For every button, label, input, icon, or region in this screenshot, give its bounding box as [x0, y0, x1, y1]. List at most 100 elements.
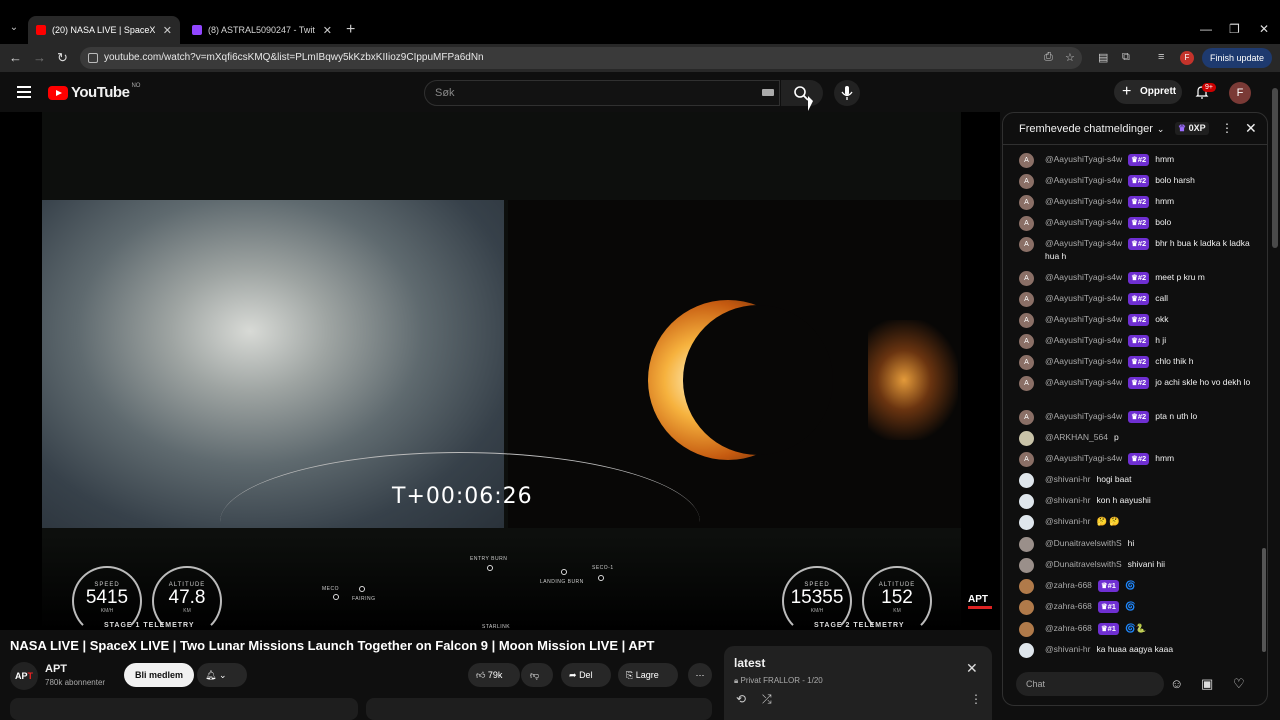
- chat-author-name[interactable]: @AayushiTyagi-s4w: [1045, 196, 1122, 206]
- browser-profile-avatar[interactable]: F: [1180, 51, 1194, 65]
- chat-author-avatar[interactable]: A: [1019, 313, 1034, 328]
- related-card[interactable]: [366, 698, 712, 720]
- chat-author-name[interactable]: @AayushiTyagi-s4w: [1045, 314, 1122, 324]
- chat-author-name[interactable]: @shivani-hr: [1045, 495, 1090, 505]
- chat-author-avatar[interactable]: A: [1019, 410, 1034, 425]
- chat-author-name[interactable]: @zahra-668: [1045, 601, 1092, 611]
- chat-author-name[interactable]: @ARKHAN_564: [1045, 432, 1108, 442]
- save-button[interactable]: ⎘ Lagre: [618, 663, 678, 687]
- chat-author-name[interactable]: @AayushiTyagi-s4w: [1045, 175, 1122, 185]
- chat-author-avatar[interactable]: [1019, 622, 1034, 637]
- chat-author-avatar[interactable]: [1019, 537, 1034, 552]
- loop-icon[interactable]: ⟲: [736, 692, 746, 706]
- more-actions-button[interactable]: ⋯: [688, 663, 712, 687]
- tab-youtube[interactable]: (20) NASA LIVE | SpaceX LIVE | ✕: [28, 16, 180, 44]
- close-window-icon[interactable]: ✕: [1259, 22, 1269, 36]
- dislike-button[interactable]: 👎︎: [521, 663, 553, 687]
- like-button[interactable]: 👍︎ 79k: [468, 663, 520, 687]
- keyboard-icon[interactable]: [762, 89, 774, 96]
- channel-avatar[interactable]: APT: [10, 662, 38, 690]
- chat-author-avatar[interactable]: [1019, 600, 1034, 615]
- chat-author-avatar[interactable]: [1019, 515, 1034, 530]
- subscribe-bell-button[interactable]: 🔔︎ ⌄: [197, 663, 247, 687]
- close-tab-icon[interactable]: ✕: [323, 24, 332, 37]
- chat-message-list[interactable]: A @AayushiTyagi-s4w ♛#2 hmm A @AayushiTyagi-s…: [1003, 149, 1265, 669]
- chat-author-avatar[interactable]: [1019, 431, 1034, 446]
- url-field[interactable]: youtube.com/watch?v=mXqfi6csKMQ&list=PLm…: [80, 47, 1082, 69]
- shuffle-icon[interactable]: ⤮: [762, 692, 772, 707]
- chat-author-name[interactable]: @zahra-668: [1045, 580, 1092, 590]
- chat-author-name[interactable]: @AayushiTyagi-s4w: [1045, 411, 1122, 421]
- chat-author-name[interactable]: @DunaitravelswithS: [1045, 559, 1122, 569]
- forward-icon[interactable]: →: [33, 50, 46, 66]
- chat-mode-dropdown[interactable]: Fremhevede chatmeldinger ⌄: [1019, 123, 1164, 135]
- extension-icon[interactable]: ▤: [1098, 51, 1108, 64]
- description-box[interactable]: [10, 698, 358, 720]
- close-chat-icon[interactable]: ✕: [1245, 120, 1257, 137]
- chat-author-avatar[interactable]: [1019, 558, 1034, 573]
- chat-author-name[interactable]: @AayushiTyagi-s4w: [1045, 377, 1122, 387]
- back-icon[interactable]: ←: [9, 50, 22, 66]
- chat-author-name[interactable]: @AayushiTyagi-s4w: [1045, 154, 1122, 164]
- playlist-menu-icon[interactable]: ⋮: [970, 692, 982, 706]
- chat-menu-icon[interactable]: ⋮: [1221, 121, 1233, 135]
- chat-author-avatar[interactable]: A: [1019, 153, 1034, 168]
- tab-twitch[interactable]: (8) ASTRAL5090247 - Twitch ✕: [184, 16, 340, 44]
- chat-author-avatar[interactable]: [1019, 579, 1034, 594]
- create-button[interactable]: + Opprett: [1114, 80, 1182, 104]
- bookmark-star-icon[interactable]: ☆: [1065, 51, 1075, 64]
- page-scrollbar[interactable]: [1272, 88, 1278, 248]
- chat-author-avatar[interactable]: A: [1019, 334, 1034, 349]
- chat-author-name[interactable]: @AayushiTyagi-s4w: [1045, 293, 1122, 303]
- chat-author-avatar[interactable]: A: [1019, 452, 1034, 467]
- chat-author-name[interactable]: @AayushiTyagi-s4w: [1045, 335, 1122, 345]
- minimize-icon[interactable]: —: [1200, 22, 1212, 36]
- playlist-title[interactable]: latest: [734, 656, 765, 670]
- install-icon[interactable]: ⎙: [1044, 51, 1053, 64]
- chat-author-avatar[interactable]: A: [1019, 355, 1034, 370]
- chat-author-name[interactable]: @AayushiTyagi-s4w: [1045, 272, 1122, 282]
- finish-update-button[interactable]: Finish update: [1202, 48, 1273, 68]
- chat-input[interactable]: Chat: [1016, 672, 1164, 696]
- chat-author-name[interactable]: @shivani-hr: [1045, 474, 1090, 484]
- close-tab-icon[interactable]: ✕: [163, 24, 172, 37]
- media-icon[interactable]: ≡: [1158, 51, 1164, 63]
- chat-author-name[interactable]: @AayushiTyagi-s4w: [1045, 356, 1122, 366]
- channel-name[interactable]: APT: [45, 663, 67, 675]
- search-input[interactable]: Søk: [424, 80, 780, 106]
- menu-icon[interactable]: [17, 86, 31, 101]
- chat-author-name[interactable]: @AayushiTyagi-s4w: [1045, 217, 1122, 227]
- maximize-icon[interactable]: ❐: [1229, 22, 1240, 36]
- chat-author-avatar[interactable]: A: [1019, 271, 1034, 286]
- chat-author-name[interactable]: @DunaitravelswithS: [1045, 538, 1122, 548]
- chat-author-name[interactable]: @zahra-668: [1045, 623, 1092, 633]
- chat-author-avatar[interactable]: A: [1019, 195, 1034, 210]
- share-button[interactable]: ➦ Del: [561, 663, 611, 687]
- chat-author-avatar[interactable]: [1019, 473, 1034, 488]
- chat-author-name[interactable]: @shivani-hr: [1045, 516, 1090, 526]
- youtube-logo[interactable]: YouTube NO: [48, 83, 140, 101]
- new-tab-icon[interactable]: +: [346, 21, 355, 39]
- search-button[interactable]: [781, 80, 823, 106]
- chat-author-avatar[interactable]: [1019, 643, 1034, 658]
- tab-search-icon[interactable]: ⌄: [6, 20, 22, 36]
- chat-author-name[interactable]: @AayushiTyagi-s4w: [1045, 453, 1122, 463]
- voice-search-button[interactable]: [834, 80, 860, 106]
- chat-author-avatar[interactable]: A: [1019, 292, 1034, 307]
- super-chat-icon[interactable]: ▣: [1201, 676, 1213, 692]
- chat-scrollbar[interactable]: [1262, 548, 1266, 652]
- chat-author-name[interactable]: @AayushiTyagi-s4w: [1045, 238, 1122, 248]
- xp-badge[interactable]: ♛ 0XP: [1175, 122, 1209, 135]
- chat-author-avatar[interactable]: [1019, 494, 1034, 509]
- chat-author-avatar[interactable]: A: [1019, 237, 1034, 252]
- heart-icon[interactable]: ♡: [1233, 676, 1245, 692]
- puzzle-icon[interactable]: ⧉: [1122, 51, 1130, 64]
- chat-author-avatar[interactable]: A: [1019, 216, 1034, 231]
- account-avatar[interactable]: F: [1229, 82, 1251, 104]
- chat-author-avatar[interactable]: A: [1019, 376, 1034, 391]
- site-info-icon[interactable]: [88, 53, 98, 63]
- reload-icon[interactable]: ↻: [57, 50, 68, 66]
- join-button[interactable]: Bli medlem: [124, 663, 195, 687]
- emoji-icon[interactable]: ☺: [1170, 676, 1183, 691]
- chat-author-avatar[interactable]: A: [1019, 174, 1034, 189]
